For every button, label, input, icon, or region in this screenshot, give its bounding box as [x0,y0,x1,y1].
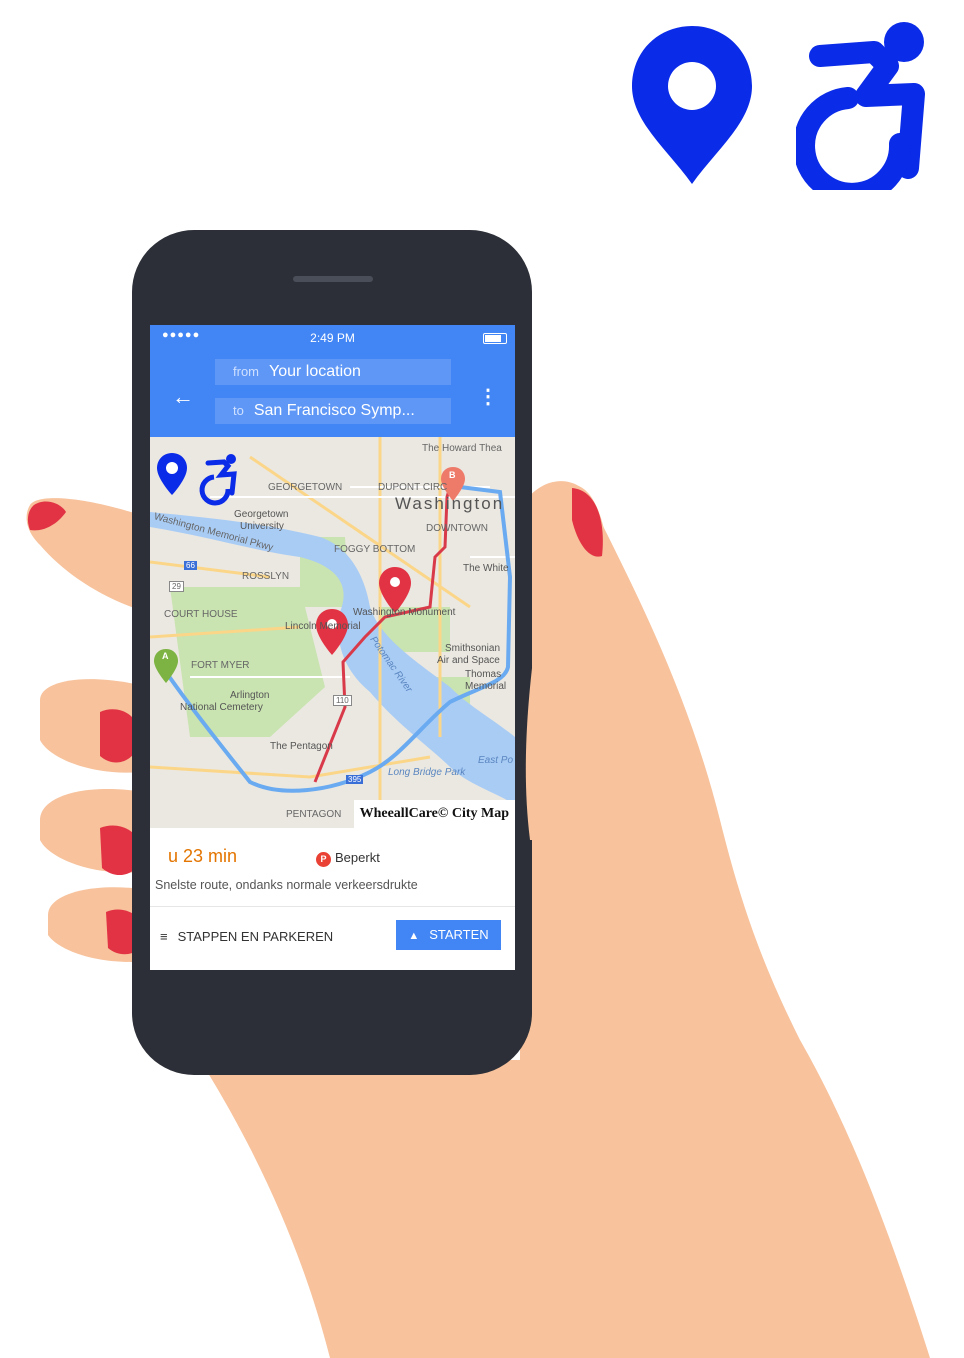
map-label-court-house: COURT HOUSE [164,609,238,620]
route-duration: u 23 min [168,846,238,866]
parking-label: Beperkt [335,850,380,865]
route-shield-110: 110 [333,695,352,706]
map-label-howard: The Howard Thea [422,443,502,454]
map-label-downtown: DOWNTOWN [426,523,489,534]
brand-watermark: WheeallCare© City Map [353,800,515,828]
directions-header: ← from Your location to San Francisco Symp… [150,351,515,437]
map-label-georgetown: GEORGETOWN [268,482,343,493]
from-field[interactable]: from Your location [215,359,451,385]
map-label-arlington-2: National Cemetery [180,702,263,713]
start-button[interactable]: ▲ STARTEN [396,920,501,950]
thumb-overlay [525,610,612,840]
status-time: 2:49 PM [310,331,355,345]
to-field[interactable]: to San Francisco Symp... [215,398,451,424]
steps-button[interactable]: ≡ STAPPEN EN PARKEREN [160,929,333,944]
divider [150,906,515,907]
map-label-pentagon-city: PENTAGON [286,809,342,820]
start-label: STARTEN [429,927,489,942]
list-icon: ≡ [160,929,168,944]
map-label-gu-2: University [240,521,284,532]
from-prefix: from [233,364,259,379]
to-prefix: to [233,403,244,418]
navigation-arrow-icon: ▲ [408,930,420,942]
map-label-arlington-1: Arlington [230,690,270,701]
map-label-foggy-bottom: FOGGY BOTTOM [334,544,416,555]
phone-speaker [293,276,373,282]
map-label-monument: Washington Monument [353,607,456,618]
status-bar: ●●●●● 2:49 PM [150,325,515,351]
map-view[interactable]: The Howard Thea GEORGETOWN Georgetown Un… [150,437,515,828]
phone-screen: ●●●●● 2:49 PM ← from Your location to San … [150,325,515,970]
steps-label: STAPPEN EN PARKEREN [177,929,334,944]
to-value: San Francisco Symp... [253,402,415,419]
highway-shield-395: 395 [346,775,364,784]
highway-shield-66: 66 [184,561,197,570]
from-value: Your location [269,363,361,380]
map-label-rosslyn: ROSSLYN [242,571,290,582]
map-label-smithsonian-2: Air and Space [437,655,500,666]
map-label-washington: Washington [395,494,505,513]
map-label-lincoln: Lincoln Memorial [285,621,361,632]
marker-b-label[interactable]: B [449,470,456,480]
map-label-white-house: The White [463,563,509,574]
map-label-bridge-park: Long Bridge Park [388,767,466,778]
illustration-scene: ●●●●● 2:49 PM ← from Your location to San … [0,0,964,1358]
map-label-pentagon: The Pentagon [270,741,333,752]
parking-info: P Beperkt [316,850,380,867]
more-menu-icon[interactable]: ⋮ [478,384,498,409]
map-label-fort-myer: FORT MYER [191,660,250,671]
map-label-thomas-1: Thomas [465,669,502,680]
route-description: Snelste route, ondanks normale verkeersd… [155,878,418,892]
parking-icon: P [316,852,331,867]
map-label-dupont: DUPONT CIRC [378,482,448,493]
map-label-gu-1: Georgetown [234,509,289,520]
map-label-smithsonian-1: Smithsonian [445,643,501,654]
back-arrow-icon[interactable]: ← [172,384,194,410]
route-info-card: u 23 min P Beperkt Snelste route, ondanks… [150,828,515,970]
battery-icon [483,333,507,344]
marker-a-label[interactable]: A [162,651,169,661]
route-shield-29: 29 [169,581,184,592]
